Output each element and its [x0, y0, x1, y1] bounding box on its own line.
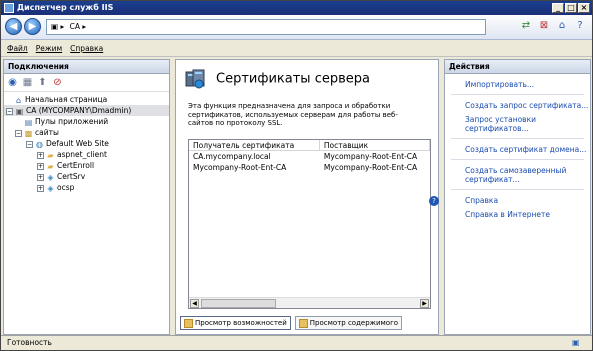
close-button[interactable]: × — [578, 3, 590, 13]
menu-view[interactable]: Режим — [36, 41, 62, 56]
home-icon[interactable]: ⌂ — [556, 20, 568, 32]
folder-icon: ▰ — [47, 150, 54, 160]
help-icon: ? — [429, 196, 439, 206]
network-status-icon: ▣ — [572, 338, 580, 347]
sites-icon: ▩ — [24, 128, 33, 138]
tree-item-server[interactable]: − ▣ CA (MYCOMPANY\Dmadmin) — [4, 105, 169, 116]
breadcrumb-arrow-icon: ▸ — [82, 22, 87, 31]
features-view-icon — [184, 318, 193, 328]
actions-pane: Действия Импортировать... Создать запрос… — [429, 59, 591, 335]
scroll-left-icon[interactable]: ◀ — [190, 299, 199, 308]
certificates-list[interactable]: Получатель сертификата Поставщик CA.myco… — [188, 139, 431, 309]
iis-manager-window: Диспетчер служб IIS _ □ × ◀ ▶ ▣ ▸ CA ▸ ⇄… — [0, 0, 593, 351]
table-row[interactable]: CA.mycompany.local Mycompany-Root-Ent-CA — [189, 151, 430, 162]
cert-issuer: Mycompany-Root-Ent-CA — [323, 163, 418, 172]
app-icon: ◈ — [47, 172, 54, 182]
expand-icon[interactable]: + — [37, 173, 44, 181]
divider — [451, 189, 584, 190]
table-row[interactable]: Mycompany-Root-Ent-CA Mycompany-Root-Ent… — [189, 162, 430, 173]
maximize-button[interactable]: □ — [565, 3, 577, 13]
scroll-thumb[interactable] — [201, 299, 276, 308]
connections-header: Подключения — [4, 60, 169, 74]
action-create-domain-cert[interactable]: Создать сертификат домена... — [445, 145, 590, 154]
list-header: Получатель сертификата Поставщик — [189, 140, 430, 151]
window-controls: _ □ × — [552, 3, 590, 13]
expand-icon[interactable]: + — [37, 184, 44, 192]
tree-item-start-page[interactable]: ⌂ Начальная страница — [4, 94, 169, 105]
cert-subject: Mycompany-Root-Ent-CA — [193, 163, 287, 172]
help-icon[interactable]: ? — [574, 20, 586, 32]
tree-item-aspnet-client[interactable]: + ▰ aspnet_client — [4, 149, 169, 160]
view-tabs: Просмотр возможностей Просмотр содержимо… — [180, 316, 403, 330]
app-pools-icon: ▤ — [24, 117, 33, 127]
expand-icon[interactable]: + — [37, 162, 44, 170]
window-title: Диспетчер служб IIS — [17, 3, 114, 12]
actions-header: Действия — [445, 60, 590, 74]
certificates-icon — [185, 69, 205, 89]
cert-subject: CA.mycompany.local — [193, 152, 271, 161]
app-icon: ◈ — [47, 183, 54, 193]
collapse-icon[interactable]: − — [6, 107, 13, 115]
tree-item-app-pools[interactable]: ▤ Пулы приложений — [4, 116, 169, 127]
action-complete-request[interactable]: Запрос установки сертификатов... — [445, 115, 590, 133]
connect-icon[interactable]: ◉ — [7, 77, 18, 88]
folder-icon: ▰ — [47, 161, 54, 171]
title-bar: Диспетчер служб IIS _ □ × — [1, 1, 592, 15]
server-icon: ▣ — [15, 106, 24, 116]
menu-help[interactable]: Справка — [70, 41, 103, 56]
server-icon: ▣ — [51, 22, 59, 31]
cert-issuer: Mycompany-Root-Ent-CA — [323, 152, 418, 161]
action-create-request[interactable]: Создать запрос сертификата... — [445, 101, 590, 110]
address-bar[interactable]: ▣ ▸ CA ▸ — [46, 19, 486, 35]
action-create-self-signed[interactable]: Создать самозаверенный сертификат... — [445, 166, 590, 184]
menu-bar: Файл Режим Справка — [1, 41, 592, 57]
navigation-bar: ◀ ▶ ▣ ▸ CA ▸ ⇄ ⊠ ⌂ ? — [1, 15, 592, 40]
tab-content-view[interactable]: Просмотр содержимого — [294, 316, 403, 330]
tree-item-default-web-site[interactable]: − ◍ Default Web Site — [4, 138, 169, 149]
content-view-icon — [298, 318, 308, 328]
minimize-button[interactable]: _ — [552, 3, 564, 13]
tree-item-sites[interactable]: − ▩ сайты — [4, 127, 169, 138]
tab-features-view[interactable]: Просмотр возможностей — [180, 316, 291, 330]
divider — [451, 159, 584, 160]
column-subject[interactable]: Получатель сертификата — [189, 140, 320, 150]
horizontal-scrollbar[interactable]: ◀ ▶ — [189, 297, 430, 308]
connections-toolbar: ◉ ▦ ⬆ ⊘ — [4, 74, 169, 92]
divider — [451, 94, 584, 95]
save-icon[interactable]: ▦ — [22, 77, 33, 88]
home-icon: ⌂ — [15, 95, 22, 105]
action-help[interactable]: ? Справка — [429, 196, 590, 206]
tree-item-ocsp[interactable]: + ◈ ocsp — [4, 182, 169, 193]
tree-item-certsrv[interactable]: + ◈ CertSrv — [4, 171, 169, 182]
page-title: Сертификаты сервера — [184, 68, 370, 90]
back-button[interactable]: ◀ — [5, 18, 22, 35]
navbar-tools: ⇄ ⊠ ⌂ ? — [520, 20, 586, 32]
disconnect-icon[interactable]: ⊘ — [52, 77, 63, 88]
forward-button[interactable]: ▶ — [24, 18, 41, 35]
up-icon[interactable]: ⬆ — [37, 77, 48, 88]
page-description: Эта функция предназначена для запроса и … — [188, 102, 398, 127]
breadcrumb-arrow-icon: ▸ — [60, 22, 67, 31]
action-import[interactable]: Импортировать... — [445, 80, 590, 89]
menu-file[interactable]: Файл — [7, 41, 28, 56]
connect-icon[interactable]: ⇄ — [520, 20, 532, 32]
expand-icon[interactable]: + — [37, 151, 44, 159]
tree-item-certenroll[interactable]: + ▰ CertEnroll — [4, 160, 169, 171]
status-text: Готовность — [7, 338, 52, 347]
actions-list: Импортировать... Создать запрос сертифик… — [429, 74, 590, 219]
column-issuer[interactable]: Поставщик — [320, 140, 430, 150]
scroll-right-icon[interactable]: ▶ — [420, 299, 429, 308]
collapse-icon[interactable]: − — [26, 140, 33, 148]
server-certificates-pane: Сертификаты сервера Эта функция предназн… — [175, 59, 439, 335]
collapse-icon[interactable]: − — [15, 129, 22, 137]
connections-pane: Подключения ◉ ▦ ⬆ ⊘ ⌂ Начальная страница … — [3, 59, 170, 335]
breadcrumb-ca[interactable]: CA — [70, 22, 80, 31]
globe-icon: ◍ — [36, 139, 43, 149]
stop-icon[interactable]: ⊠ — [538, 20, 550, 32]
divider — [451, 138, 584, 139]
action-online-help[interactable]: Справка в Интернете — [445, 210, 590, 219]
iis-app-icon — [4, 3, 14, 13]
status-bar: Готовность ▣ — [1, 335, 592, 350]
connections-tree: ⌂ Начальная страница − ▣ CA (MYCOMPANY\Dmad… — [4, 92, 169, 193]
